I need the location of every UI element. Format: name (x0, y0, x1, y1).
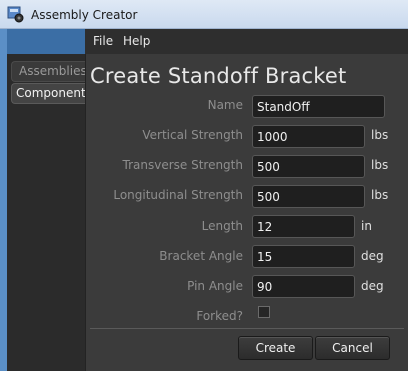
vertical-strength-label: Vertical Strength (142, 128, 243, 142)
vertical-strength-field[interactable]: 1000 (252, 125, 365, 148)
menu-help[interactable]: Help (123, 34, 150, 48)
app-icon (7, 6, 24, 23)
form-panel: Create Standoff Bracket Name StandOff Ve… (85, 54, 408, 371)
name-label: Name (207, 98, 243, 112)
longitudinal-strength-label: Longitudinal Strength (113, 188, 243, 202)
page-title: Create Standoff Bracket (90, 64, 347, 88)
length-unit: in (361, 219, 372, 233)
cancel-button[interactable]: Cancel (315, 336, 390, 360)
pin-angle-unit: deg (361, 279, 384, 293)
length-label: Length (201, 219, 243, 233)
bracket-angle-field[interactable]: 15 (252, 245, 355, 268)
tab-components[interactable]: Components (11, 83, 92, 104)
forked-label: Forked? (196, 309, 243, 323)
longitudinal-strength-field[interactable]: 500 (252, 185, 365, 208)
longitudinal-strength-unit: lbs (371, 188, 389, 202)
create-button[interactable]: Create (238, 336, 313, 360)
menu-file[interactable]: File (93, 34, 113, 48)
forked-checkbox[interactable] (258, 306, 270, 318)
window-title: Assembly Creator (31, 8, 138, 22)
vertical-strength-unit: lbs (371, 128, 389, 142)
bracket-angle-unit: deg (361, 249, 384, 263)
length-field[interactable]: 12 (252, 215, 355, 238)
pin-angle-field[interactable]: 90 (252, 275, 355, 298)
divider (90, 328, 404, 329)
pin-angle-label: Pin Angle (187, 279, 243, 293)
left-edge-strip (0, 29, 7, 371)
window-title-bar[interactable]: Assembly Creator (0, 0, 408, 29)
menu-bar: File Help (85, 29, 408, 54)
tab-assemblies[interactable]: Assemblies (11, 61, 87, 82)
name-field[interactable]: StandOff (252, 95, 385, 118)
transverse-strength-unit: lbs (371, 158, 389, 172)
bracket-angle-label: Bracket Angle (159, 249, 243, 263)
transverse-strength-field[interactable]: 500 (252, 155, 365, 178)
nav-panel: Assemblies Components (7, 54, 92, 371)
transverse-strength-label: Transverse Strength (122, 158, 244, 172)
nav-header (7, 29, 85, 54)
